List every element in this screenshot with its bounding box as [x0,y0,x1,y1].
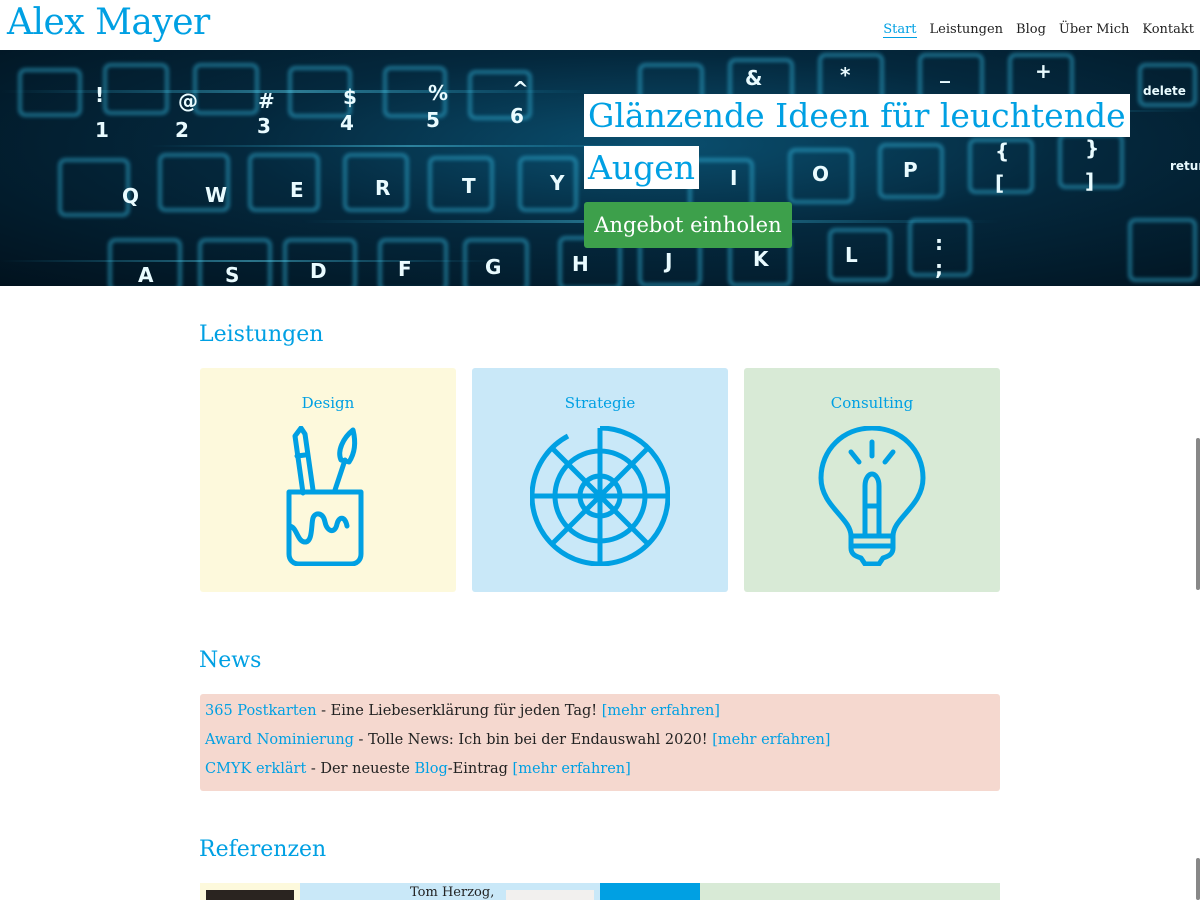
svg-text:#: # [258,89,275,113]
target-wheel-icon [530,426,670,566]
svg-text::: : [935,231,943,255]
svg-text:&: & [745,66,762,90]
svg-text:G: G [485,255,501,279]
svg-text:*: * [840,63,851,87]
service-card-label: Consulting [830,394,914,412]
svg-text:!: ! [95,83,104,107]
hero-headline-line2: Augen [584,146,699,189]
news-item: CMYK erklärt - Der neueste Blog-Eintrag … [205,761,631,777]
hero-headline: Glänzende Ideen für leuchtende Augen [584,90,1144,194]
reference-card[interactable] [600,883,700,900]
service-card-label: Design [301,394,355,412]
nav-item-blog[interactable]: Blog [1016,22,1046,38]
news-heading: News [199,648,262,673]
service-card-strategie[interactable]: Strategie [472,368,728,592]
read-more-link[interactable]: [mehr erfahren] [712,732,830,748]
lightbulb-icon [818,426,926,566]
site-logo[interactable]: Alex Mayer [7,2,210,43]
svg-text:@: @ [178,89,198,113]
referenzen-heading: Referenzen [199,837,327,862]
blog-link[interactable]: Blog [414,761,447,777]
reference-name: Tom Herzog, [410,885,495,900]
news-list: 365 Postkarten - Eine Liebeserklärung fü… [200,694,1000,791]
svg-text:6: 6 [510,104,524,128]
request-offer-button[interactable]: Angebot einholen [584,202,792,248]
nav-item-ueber-mich[interactable]: Über Mich [1059,22,1129,38]
svg-text:delete: delete [1143,84,1186,98]
service-card-design[interactable]: Design [200,368,456,592]
read-more-link[interactable]: [mehr erfahren] [513,761,631,777]
svg-text:A: A [138,263,154,286]
svg-text:^: ^ [512,77,529,101]
svg-text:$: $ [343,85,357,109]
svg-text:return: return [1170,159,1200,173]
svg-text:_: _ [940,59,950,83]
main-nav: Start Leistungen Blog Über Mich Kontakt [883,22,1194,38]
svg-text:E: E [290,178,304,202]
svg-text:F: F [398,257,412,281]
read-more-link[interactable]: [mehr erfahren] [602,703,720,719]
svg-text:;: ; [935,256,943,280]
news-link[interactable]: 365 Postkarten [205,703,317,719]
nav-item-kontakt[interactable]: Kontakt [1142,22,1194,38]
news-text: - Tolle News: Ich bin bei der Endauswahl… [353,732,713,748]
news-text: - Der neueste [306,761,415,777]
nav-item-start[interactable]: Start [883,22,917,38]
svg-text:Y: Y [549,171,565,195]
news-text: -Eintrag [447,761,513,777]
svg-text:4: 4 [340,111,354,135]
news-item: 365 Postkarten - Eine Liebeserklärung fü… [205,703,720,719]
hero-headline-line1: Glänzende Ideen für leuchtende [584,94,1130,137]
scrollbar-thumb[interactable] [1196,858,1200,900]
service-card-consulting[interactable]: Consulting [744,368,1000,592]
svg-text:D: D [310,259,327,283]
svg-text:T: T [462,174,476,198]
hero-banner: ! @ # $% ^ 123 456 QWE RTY ASD FGH JKL IOP … [0,50,1200,286]
svg-text:2: 2 [175,118,189,142]
svg-text:H: H [572,252,589,276]
reference-card[interactable] [200,883,300,900]
news-link[interactable]: CMYK erklärt [205,761,306,777]
svg-text:+: + [1035,59,1052,83]
service-card-label: Strategie [564,394,636,412]
news-link[interactable]: Award Nominierung [205,732,354,748]
svg-text:K: K [753,247,770,271]
svg-text:3: 3 [257,114,271,138]
news-item: Award Nominierung - Tolle News: Ich bin … [205,732,830,748]
svg-text:5: 5 [426,108,440,132]
svg-text:J: J [663,249,672,273]
pen-brush-cup-icon [286,426,364,566]
site-header: Alex Mayer Start Leistungen Blog Über Mi… [0,0,1200,50]
reference-card[interactable] [700,883,1000,900]
svg-text:Q: Q [122,184,139,208]
news-text: - Eine Liebeserklärung für jeden Tag! [316,703,602,719]
svg-text:W: W [205,183,227,207]
svg-text:R: R [375,176,390,200]
svg-text:S: S [225,263,239,286]
reference-photo [206,890,294,900]
svg-text:%: % [428,81,448,105]
svg-text:L: L [845,243,858,267]
leistungen-heading: Leistungen [199,322,324,347]
scrollbar-thumb[interactable] [1196,438,1200,590]
reference-card[interactable]: Tom Herzog, [300,883,600,900]
reference-photo [506,890,594,900]
svg-text:1: 1 [95,118,109,142]
nav-item-leistungen[interactable]: Leistungen [930,22,1004,38]
